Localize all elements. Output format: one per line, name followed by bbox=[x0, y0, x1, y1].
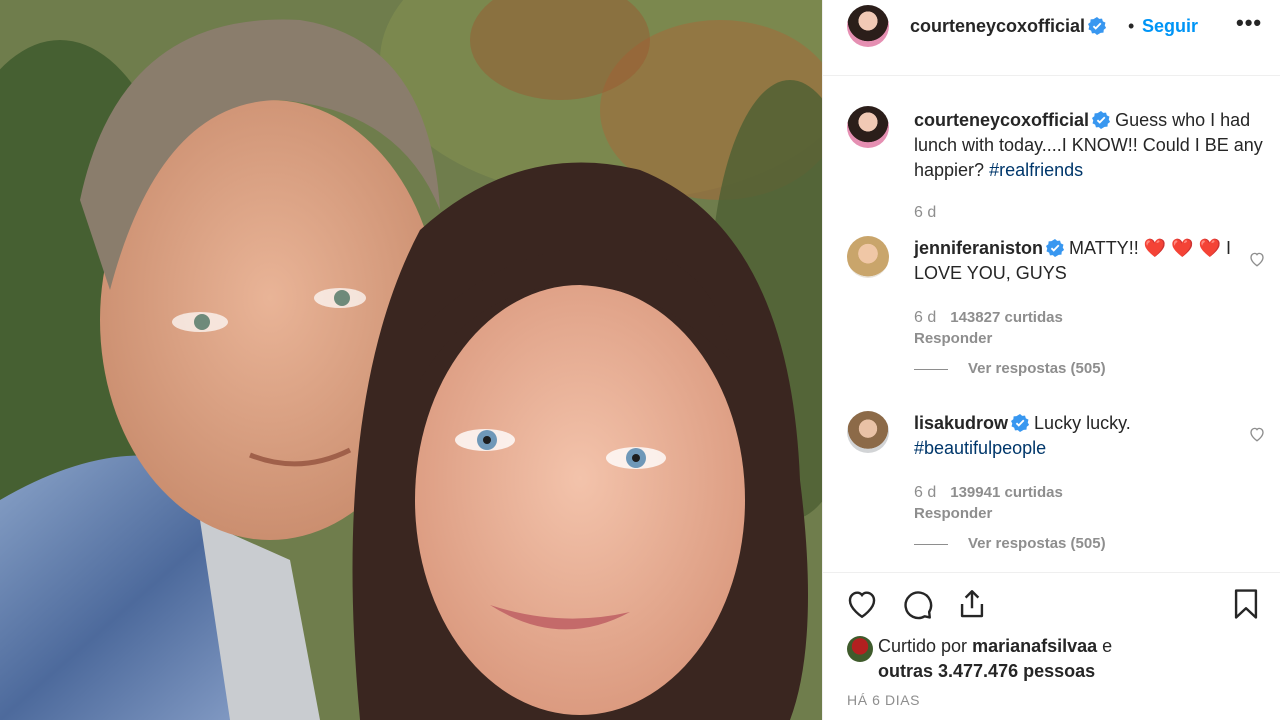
replies-line bbox=[914, 368, 948, 370]
header-separator: • bbox=[1128, 16, 1135, 36]
comment-hashtag[interactable]: #beautifulpeople bbox=[914, 438, 1046, 458]
post-side-panel: courteneycoxofficial • Seguir ••• courte… bbox=[822, 0, 1280, 720]
comment-text: jenniferaniston MATTY!! ❤️ ❤️ ❤️ I LOVE … bbox=[914, 236, 1264, 286]
reply-button[interactable]: Responder bbox=[914, 505, 992, 522]
comment-meta: 6 d 143827 curtidas bbox=[914, 309, 1063, 327]
view-replies-label[interactable]: Ver respostas (505) bbox=[968, 535, 1106, 552]
comment-body: MATTY!! bbox=[1069, 238, 1139, 258]
commenter-avatar[interactable] bbox=[847, 236, 889, 278]
view-replies-label[interactable]: Ver respostas (505) bbox=[968, 360, 1106, 377]
verified-badge-icon bbox=[1088, 17, 1107, 35]
author-username[interactable]: courteneycoxofficial bbox=[910, 16, 1107, 37]
more-options-icon[interactable]: ••• bbox=[1236, 10, 1262, 40]
like-comment-heart-icon[interactable] bbox=[1248, 425, 1266, 443]
post-date[interactable]: HÁ 6 DIAS bbox=[847, 692, 920, 708]
replies-line bbox=[914, 543, 948, 545]
comment-likes[interactable]: 139941 curtidas bbox=[950, 484, 1063, 501]
post-header: courteneycoxofficial • Seguir ••• bbox=[823, 0, 1280, 76]
post-photo[interactable] bbox=[0, 0, 822, 720]
action-bar bbox=[823, 572, 1280, 573]
liker-avatar[interactable] bbox=[847, 636, 873, 662]
commenter-avatar[interactable] bbox=[847, 411, 889, 453]
comment-age: 6 d bbox=[914, 484, 937, 501]
caption-hashtag[interactable]: #realfriends bbox=[989, 160, 1083, 180]
likes-prefix: Curtido por bbox=[878, 636, 968, 656]
reply-button[interactable]: Responder bbox=[914, 330, 992, 347]
verified-badge-icon bbox=[1046, 239, 1065, 257]
verified-badge-icon bbox=[1092, 111, 1111, 129]
instagram-post: courteneycoxofficial • Seguir ••• courte… bbox=[0, 0, 1280, 720]
share-icon[interactable] bbox=[955, 587, 989, 621]
caption-avatar[interactable] bbox=[847, 106, 889, 148]
caption-username[interactable]: courteneycoxofficial bbox=[914, 110, 1089, 130]
view-replies-button[interactable]: Ver respostas (505) bbox=[914, 360, 1106, 377]
author-username-text[interactable]: courteneycoxofficial bbox=[910, 16, 1085, 36]
likes-conjunction: e bbox=[1102, 636, 1113, 656]
heart-icon[interactable] bbox=[845, 587, 879, 621]
comment-likes[interactable]: 143827 curtidas bbox=[950, 309, 1063, 326]
comment-username[interactable]: lisakudrow bbox=[914, 413, 1008, 433]
follow-button[interactable]: Seguir bbox=[1142, 16, 1198, 37]
like-comment-heart-icon[interactable] bbox=[1248, 250, 1266, 268]
comment-icon[interactable] bbox=[900, 587, 934, 621]
caption-text: courteneycoxofficial Guess who I had lun… bbox=[914, 108, 1264, 183]
comment-age: 6 d bbox=[914, 309, 937, 326]
comment-meta: 6 d 139941 curtidas bbox=[914, 484, 1063, 502]
view-replies-button[interactable]: Ver respostas (505) bbox=[914, 535, 1106, 552]
verified-badge-icon bbox=[1011, 414, 1030, 432]
author-avatar[interactable] bbox=[847, 5, 889, 47]
likes-count[interactable]: outras 3.477.476 pessoas bbox=[878, 661, 1095, 681]
heart-emoji: ❤️ ❤️ ❤️ bbox=[1143, 238, 1221, 258]
selfie-image bbox=[0, 0, 822, 720]
comment-text: lisakudrow Lucky lucky. #beautifulpeople bbox=[914, 411, 1264, 461]
caption-age: 6 d bbox=[914, 204, 937, 221]
likes-summary: Curtido por marianafsilvaa e outras 3.47… bbox=[878, 634, 1112, 684]
comment-username[interactable]: jenniferaniston bbox=[914, 238, 1043, 258]
liker-username[interactable]: marianafsilvaa bbox=[972, 636, 1097, 656]
bookmark-icon[interactable] bbox=[1229, 587, 1263, 621]
comment-body: Lucky lucky. bbox=[1034, 413, 1131, 433]
